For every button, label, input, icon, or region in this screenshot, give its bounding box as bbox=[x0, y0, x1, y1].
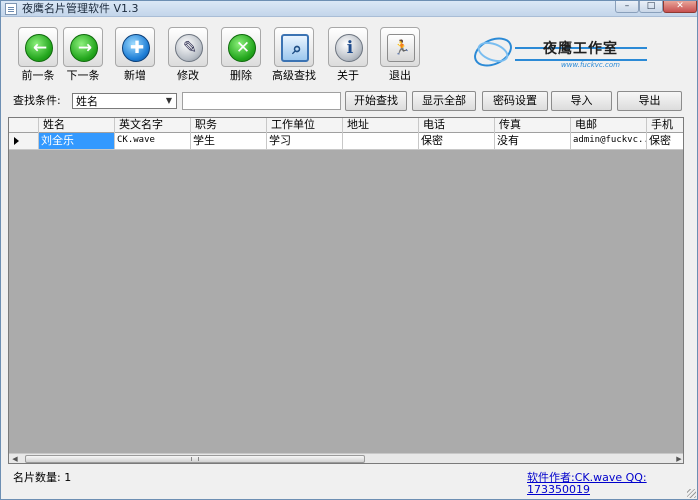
search-field-select[interactable]: 姓名 ▼ bbox=[72, 93, 177, 109]
cell-mobile[interactable]: 保密 bbox=[647, 133, 683, 149]
logo-name: 夜鹰工作室 bbox=[543, 41, 618, 57]
col-header-mobile[interactable]: 手机 bbox=[647, 118, 683, 133]
window-title: 夜鹰名片管理软件 V1.3 bbox=[22, 2, 139, 15]
show-all-button[interactable]: 显示全部 bbox=[412, 91, 476, 111]
info-icon: ℹ bbox=[335, 34, 363, 62]
delete-icon: ✕ bbox=[228, 34, 256, 62]
add-label: 新增 bbox=[124, 69, 146, 82]
export-button[interactable]: 导出 bbox=[617, 91, 682, 111]
header-corner[interactable] bbox=[9, 118, 39, 133]
studio-logo: 夜鹰工作室 www.fuckvc.com bbox=[469, 31, 651, 73]
app-icon bbox=[5, 3, 17, 15]
advanced-search-button[interactable]: ⌕ 高级查找 bbox=[270, 27, 322, 85]
table-row[interactable]: 刘全乐 CK.wave 学生 学习 保密 没有 admin@fuckvc... … bbox=[9, 133, 683, 150]
card-count: 名片数量: 1 bbox=[13, 472, 71, 484]
col-header-company[interactable]: 工作单位 bbox=[267, 118, 343, 133]
start-search-button[interactable]: 开始查找 bbox=[345, 91, 407, 111]
cell-fax[interactable]: 没有 bbox=[495, 133, 571, 149]
about-label: 关于 bbox=[337, 69, 359, 82]
card-count-label: 名片数量: bbox=[13, 471, 61, 484]
author-link[interactable]: 软件作者:CK.wave QQ: 173350019 bbox=[527, 472, 697, 496]
col-header-position[interactable]: 职务 bbox=[191, 118, 267, 133]
cell-company[interactable]: 学习 bbox=[267, 133, 343, 149]
delete-label: 删除 bbox=[230, 69, 252, 82]
scroll-right-icon[interactable]: ▶ bbox=[673, 454, 683, 463]
chevron-down-icon[interactable]: ▼ bbox=[162, 94, 176, 108]
minimize-button[interactable]: – bbox=[615, 1, 639, 13]
logo-url: www.fuckvc.com bbox=[561, 61, 620, 69]
arrow-right-icon: → bbox=[70, 34, 98, 62]
cell-email[interactable]: admin@fuckvc... bbox=[571, 133, 647, 149]
edit-button[interactable]: ✎ 修改 bbox=[164, 27, 216, 85]
horizontal-scrollbar[interactable]: ◀ ▶ bbox=[9, 453, 683, 463]
cell-name[interactable]: 刘全乐 bbox=[39, 133, 115, 149]
cell-address[interactable] bbox=[343, 133, 419, 149]
exit-icon: 🏃 bbox=[387, 34, 415, 62]
edit-icon: ✎ bbox=[175, 34, 203, 62]
about-button[interactable]: ℹ 关于 bbox=[324, 27, 376, 85]
add-icon: ✚ bbox=[122, 34, 150, 62]
card-count-value: 1 bbox=[64, 471, 72, 484]
thumb-grip bbox=[191, 457, 199, 461]
grid-header: 姓名 英文名字 职务 工作单位 地址 电话 传真 电邮 手机 bbox=[9, 118, 683, 133]
current-row-icon bbox=[14, 137, 19, 145]
import-button[interactable]: 导入 bbox=[551, 91, 612, 111]
resize-grip-icon[interactable] bbox=[687, 489, 696, 498]
col-header-phone[interactable]: 电话 bbox=[419, 118, 495, 133]
magnifier-icon: ⌕ bbox=[281, 34, 309, 62]
cell-position[interactable]: 学生 bbox=[191, 133, 267, 149]
col-header-english-name[interactable]: 英文名字 bbox=[115, 118, 191, 133]
scrollbar-thumb[interactable] bbox=[25, 455, 365, 463]
title-bar[interactable]: 夜鹰名片管理软件 V1.3 – □ ✕ bbox=[1, 1, 697, 17]
col-header-address[interactable]: 地址 bbox=[343, 118, 419, 133]
prev-record-label: 前一条 bbox=[21, 69, 55, 82]
edit-label: 修改 bbox=[177, 69, 199, 82]
col-header-email[interactable]: 电邮 bbox=[571, 118, 647, 133]
search-field-value: 姓名 bbox=[76, 95, 98, 108]
add-button[interactable]: ✚ 新增 bbox=[111, 27, 163, 85]
next-record-button[interactable]: → 下一条 bbox=[59, 27, 111, 85]
advanced-search-label: 高级查找 bbox=[272, 69, 316, 82]
scroll-left-icon[interactable]: ◀ bbox=[9, 454, 21, 463]
col-header-fax[interactable]: 传真 bbox=[495, 118, 571, 133]
exit-label: 退出 bbox=[389, 69, 411, 82]
cell-phone[interactable]: 保密 bbox=[419, 133, 495, 149]
arrow-left-icon: ← bbox=[25, 34, 53, 62]
next-record-label: 下一条 bbox=[66, 69, 100, 82]
row-header[interactable] bbox=[9, 133, 39, 149]
contacts-grid[interactable]: 姓名 英文名字 职务 工作单位 地址 电话 传真 电邮 手机 刘全乐 CK.wa… bbox=[8, 117, 684, 464]
search-input[interactable] bbox=[182, 92, 341, 110]
search-condition-label: 查找条件: bbox=[13, 94, 61, 107]
password-settings-button[interactable]: 密码设置 bbox=[482, 91, 548, 111]
close-button[interactable]: ✕ bbox=[663, 1, 697, 13]
col-header-name[interactable]: 姓名 bbox=[39, 118, 115, 133]
exit-button[interactable]: 🏃 退出 bbox=[376, 27, 428, 85]
cell-english-name[interactable]: CK.wave bbox=[115, 133, 191, 149]
main-window: 夜鹰名片管理软件 V1.3 – □ ✕ ← 前一条 → 下一条 ✚ 新增 ✎ 修… bbox=[0, 0, 698, 500]
maximize-button[interactable]: □ bbox=[639, 1, 663, 13]
delete-button[interactable]: ✕ 删除 bbox=[217, 27, 269, 85]
